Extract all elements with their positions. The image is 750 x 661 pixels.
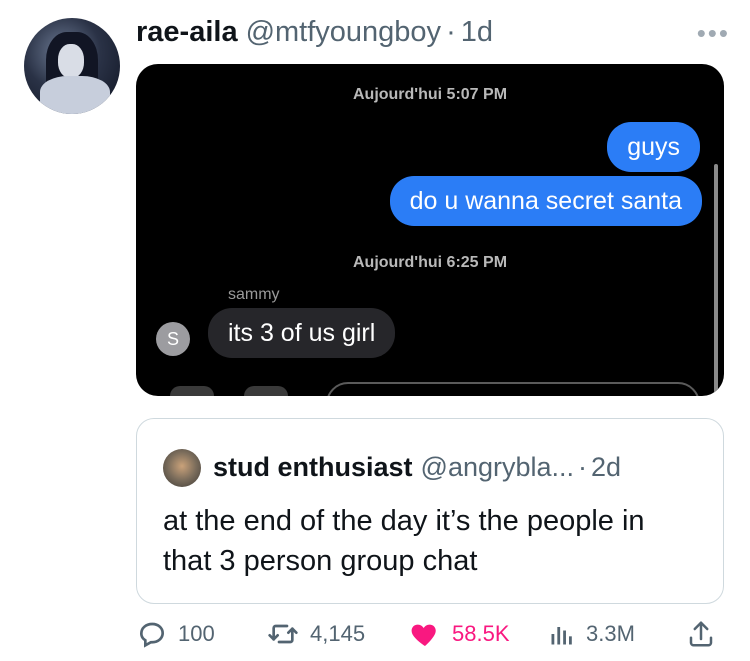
profile-avatar[interactable]: [24, 18, 120, 114]
share-icon: [689, 621, 713, 647]
message-composer: [326, 382, 700, 396]
reply-count: 100: [178, 621, 215, 646]
retweet-count: 4,145: [310, 621, 366, 646]
tweet-time[interactable]: 1d: [461, 16, 493, 49]
retweet-button[interactable]: 4,145: [266, 618, 365, 650]
sender-avatar: S: [156, 322, 190, 356]
views-button[interactable]: 3.3M: [548, 618, 635, 650]
like-count: 58.5K: [452, 621, 510, 646]
display-name[interactable]: rae-aila: [136, 16, 238, 49]
quoted-text: at the end of the day it’s the people in…: [163, 505, 645, 577]
like-button[interactable]: 58.5K: [408, 618, 510, 650]
heart-icon: [411, 624, 436, 646]
reply-icon: [139, 622, 165, 648]
quoted-time: 2d: [591, 451, 622, 482]
camera-icon: [170, 386, 214, 396]
outgoing-message: guys: [607, 122, 700, 172]
quoted-header: stud enthusiast @angrybla... · 2d: [213, 447, 707, 487]
user-handle[interactable]: @mtfyoungboy: [246, 16, 441, 49]
tweet-header: rae-aila @mtfyoungboy · 1d •••: [136, 12, 730, 52]
chat-timestamp: Aujourd'hui 5:07 PM: [352, 86, 508, 103]
retweet-icon: [268, 624, 298, 644]
quoted-avatar: [163, 449, 201, 487]
quoted-handle: @angrybla...: [420, 451, 575, 482]
reply-button[interactable]: 100: [136, 618, 215, 650]
sender-name: sammy: [228, 286, 280, 303]
incoming-message: its 3 of us girl: [208, 308, 396, 358]
outgoing-message: do u wanna secret santa: [389, 176, 702, 226]
image-icon: [244, 386, 288, 396]
chat-screenshot-image[interactable]: Aujourd'hui 5:07 PM guys do u wanna secr…: [136, 64, 724, 396]
views-icon: [551, 627, 572, 645]
share-button[interactable]: [686, 618, 726, 650]
action-bar: 100 4,145 58.5K 3.3M: [136, 618, 736, 658]
quoted-tweet[interactable]: stud enthusiast @angrybla... · 2d at the…: [136, 418, 724, 604]
quoted-display-name: stud enthusiast: [213, 451, 413, 482]
chat-scrollbar: [714, 164, 718, 396]
views-count: 3.3M: [586, 621, 635, 646]
more-horizontal-icon[interactable]: •••: [697, 18, 730, 49]
separator-dot: ·: [578, 451, 588, 482]
separator-dot: ·: [446, 15, 456, 48]
chat-timestamp: Aujourd'hui 6:25 PM: [352, 254, 508, 271]
